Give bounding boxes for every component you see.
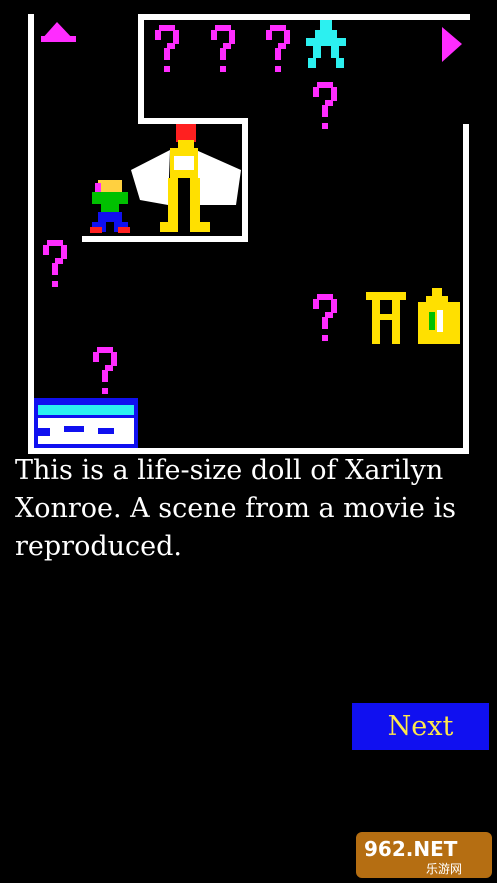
doll-icon[interactable] xyxy=(131,124,241,232)
watermark-logo: 962.NET 乐游网 xyxy=(356,832,492,878)
question-mark-icon[interactable] xyxy=(313,82,337,129)
player-icon xyxy=(90,180,130,233)
svg-text:乐游网: 乐游网 xyxy=(426,862,462,876)
bed-icon[interactable] xyxy=(34,398,138,448)
question-mark-icon[interactable] xyxy=(211,25,235,72)
right-arrow-icon[interactable] xyxy=(442,27,462,62)
question-mark-icon[interactable] xyxy=(266,25,290,72)
torii-icon[interactable] xyxy=(366,292,406,344)
room-description: This is a life-size doll of Xarilyn Xonr… xyxy=(15,455,456,562)
svg-text:962.NET: 962.NET xyxy=(364,837,458,861)
ghost-icon[interactable] xyxy=(306,20,346,68)
money-bag-icon[interactable] xyxy=(418,288,460,344)
question-mark-icon[interactable] xyxy=(93,347,117,394)
game-map xyxy=(28,14,470,454)
up-arrow-base xyxy=(41,36,76,42)
next-button[interactable]: Next xyxy=(352,703,489,750)
question-mark-icon[interactable] xyxy=(155,25,179,72)
question-mark-icon[interactable] xyxy=(313,294,337,341)
question-mark-icon[interactable] xyxy=(43,240,67,287)
